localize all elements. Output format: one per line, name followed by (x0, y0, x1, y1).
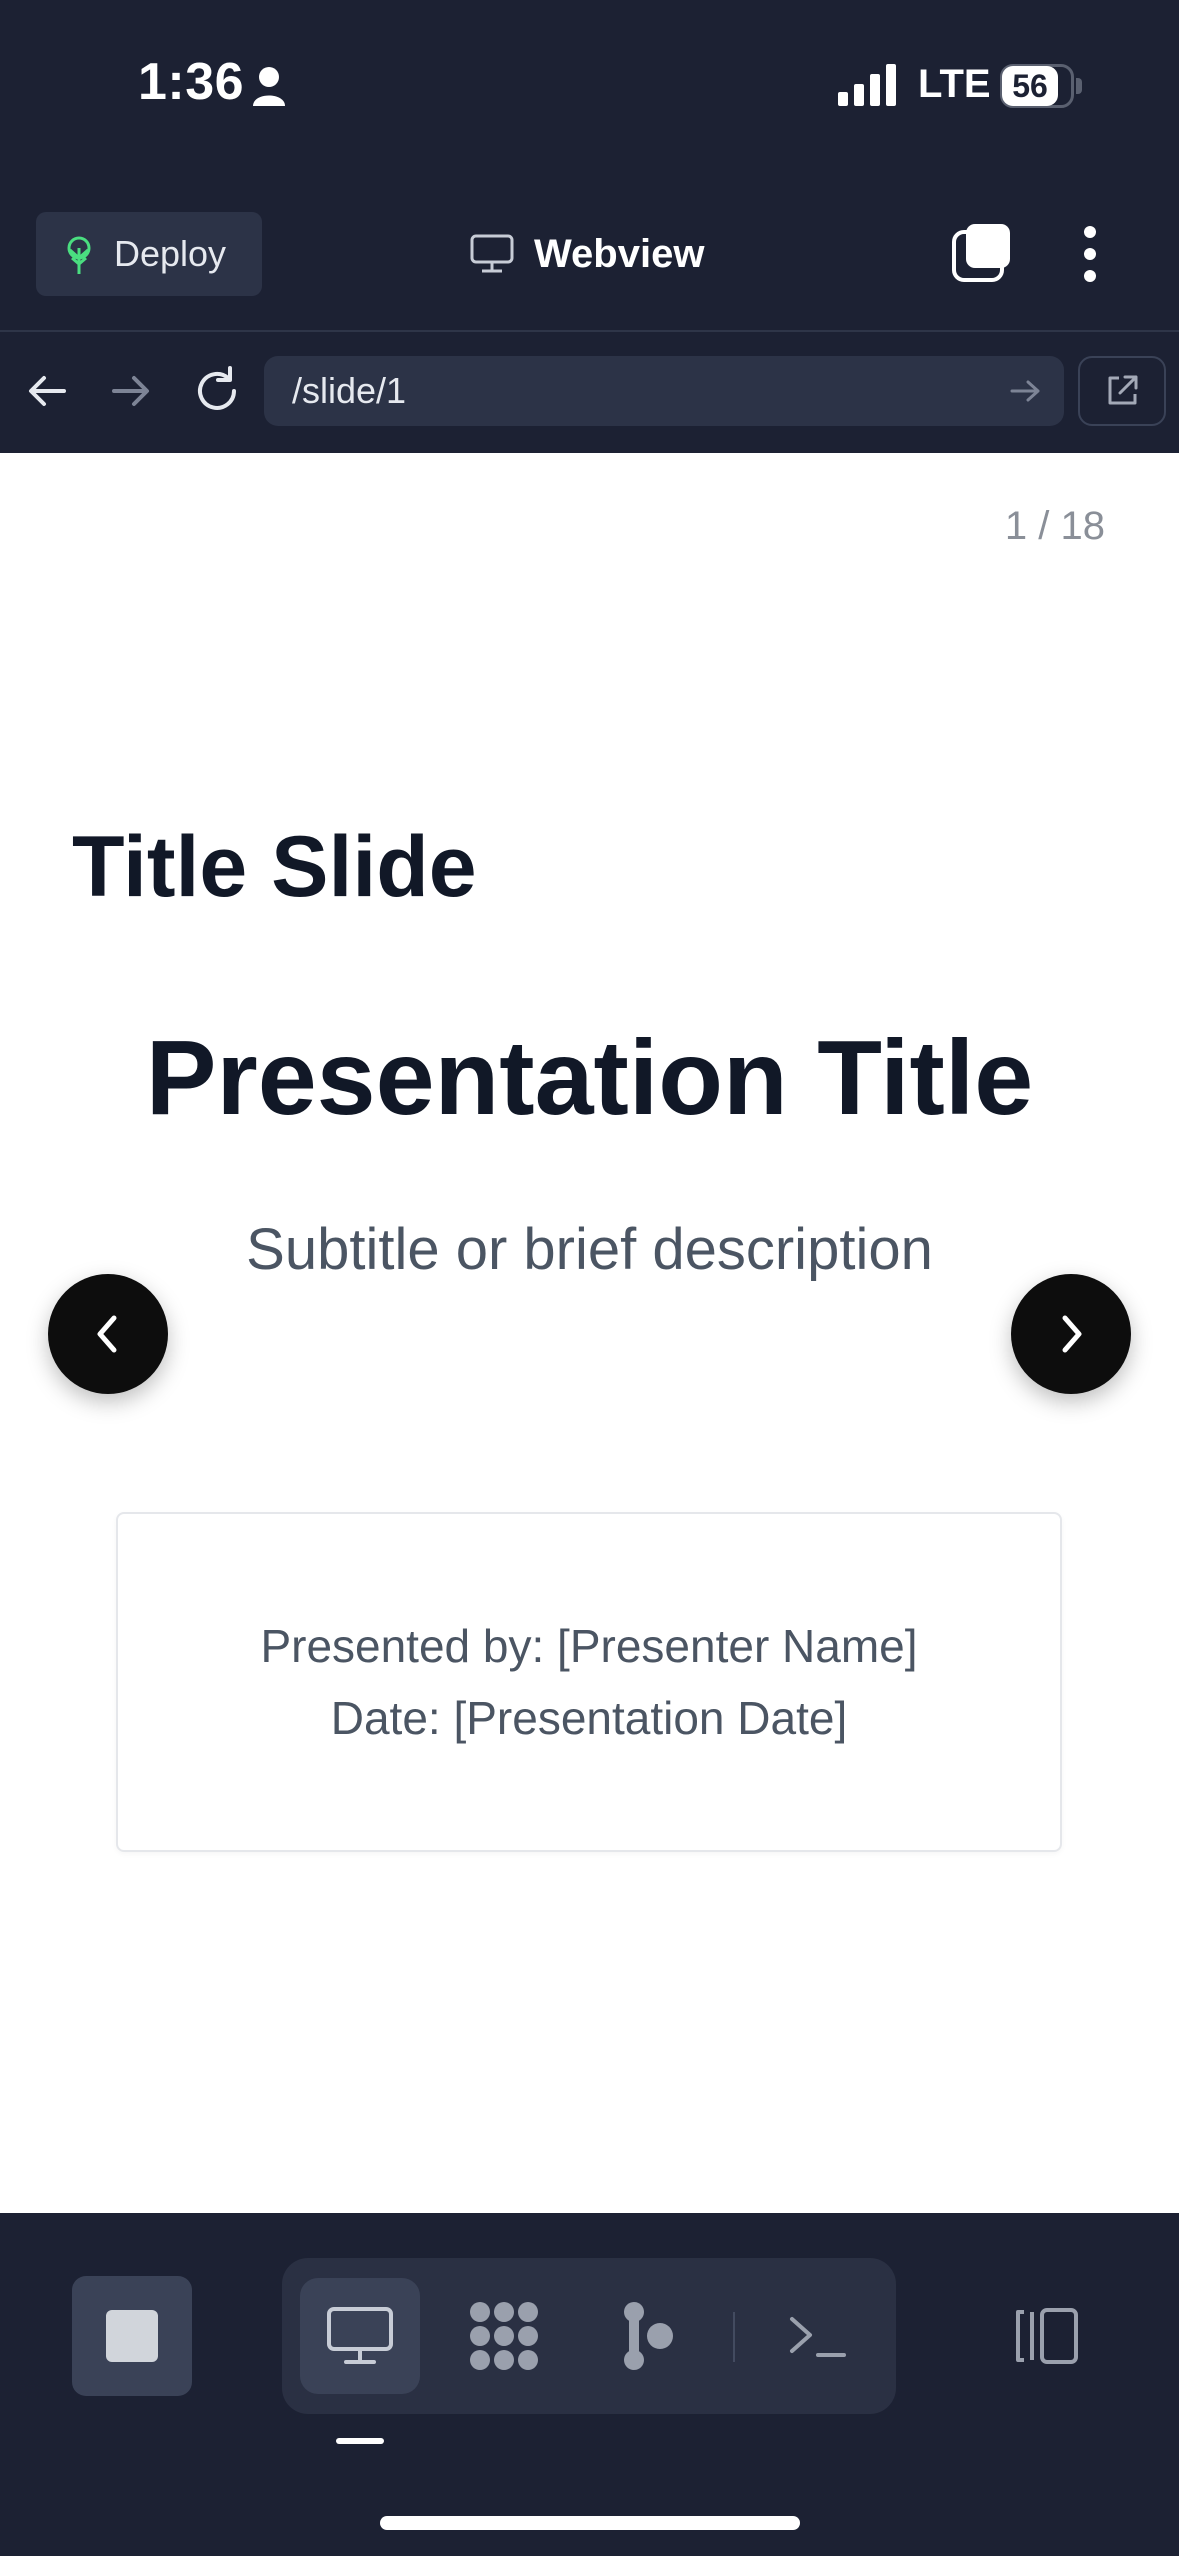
url-input[interactable]: /slide/1 (264, 356, 1064, 426)
chevron-right-icon (1062, 1315, 1082, 1353)
status-time: 1:36 (138, 53, 245, 111)
person-icon (253, 67, 285, 106)
slide-heading: Title Slide (72, 819, 477, 915)
active-tab-indicator (336, 2438, 384, 2444)
layout-toggle-button[interactable] (986, 2278, 1106, 2394)
reload-icon[interactable] (190, 364, 244, 418)
terminal-icon (790, 2317, 846, 2357)
stop-button[interactable] (72, 2276, 192, 2396)
presentation-title: Presentation Title (145, 1019, 1034, 1137)
next-slide-button[interactable] (1011, 1274, 1131, 1394)
battery-level: 56 (1002, 66, 1058, 106)
stop-icon (106, 2310, 158, 2362)
deploy-label: Deploy (114, 233, 227, 274)
presentation-subtitle: Subtitle or brief description (246, 1217, 933, 1282)
page-title: Webview (534, 231, 705, 276)
packages-tool-button[interactable] (444, 2278, 564, 2394)
cellular-signal-icon (838, 64, 896, 106)
presenter-info-card: Presented by: [Presenter Name] Date: [Pr… (116, 1512, 1062, 1852)
battery-nub (1076, 78, 1082, 94)
git-branch-icon (624, 2302, 673, 2370)
previous-slide-button[interactable] (48, 1274, 168, 1394)
arrow-left-icon[interactable] (24, 368, 70, 414)
network-type: LTE (918, 62, 991, 106)
kebab-menu-icon[interactable] (1070, 222, 1110, 286)
tool-separator (733, 2312, 735, 2362)
sprout-icon (67, 236, 91, 274)
git-tool-button[interactable] (588, 2278, 708, 2394)
header-divider (0, 330, 1179, 332)
slide-counter: 1 / 18 (1004, 504, 1105, 548)
webview-content (0, 453, 1179, 2213)
open-external-button[interactable] (1078, 356, 1166, 426)
shell-tool-button[interactable] (758, 2278, 878, 2394)
deploy-button[interactable]: Deploy (36, 212, 262, 296)
dots-cluster-icon (470, 2302, 538, 2370)
side-panel-icon (1016, 2308, 1078, 2364)
external-link-icon (1108, 375, 1138, 405)
webview-tab-title: Webview (470, 226, 704, 282)
monitor-icon (470, 234, 514, 273)
monitor-icon (327, 2307, 393, 2364)
go-arrow-icon[interactable] (1006, 376, 1046, 406)
tabs-icon[interactable] (950, 222, 1014, 286)
webview-tool-button[interactable] (300, 2278, 420, 2394)
date-line: Date: [Presentation Date] (330, 1692, 848, 1744)
chevron-left-icon (97, 1315, 117, 1353)
presenter-line: Presented by: [Presenter Name] (260, 1620, 918, 1672)
arrow-right-icon[interactable] (108, 368, 154, 414)
home-indicator[interactable] (380, 2516, 800, 2530)
